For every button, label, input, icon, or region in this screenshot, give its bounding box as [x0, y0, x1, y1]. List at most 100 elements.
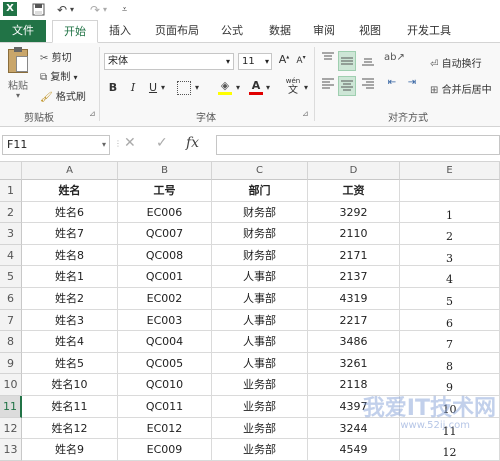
cell-e9[interactable]: 8: [400, 352, 500, 375]
tab-review[interactable]: 审阅: [306, 20, 342, 42]
phonetic-dropdown-icon[interactable]: ▾: [304, 83, 308, 92]
cell-b11[interactable]: QC011: [118, 396, 212, 418]
cell-d5[interactable]: 2137: [308, 266, 400, 288]
cell-c11[interactable]: 业务部: [212, 396, 308, 418]
row-header-9[interactable]: 9: [0, 352, 22, 375]
column-header-d[interactable]: D: [308, 162, 400, 180]
orientation-button[interactable]: ab↗: [384, 52, 405, 70]
wrap-text-button[interactable]: ⏎ 自动换行: [430, 55, 482, 70]
cell-a11[interactable]: 姓名11: [22, 396, 118, 418]
cell-b2[interactable]: EC006: [118, 201, 212, 224]
cell-b7[interactable]: EC003: [118, 309, 212, 332]
cell-b13[interactable]: EC009: [118, 439, 212, 461]
tab-developer[interactable]: 开发工具: [400, 20, 458, 42]
tab-page-layout[interactable]: 页面布局: [146, 20, 208, 42]
italic-button[interactable]: I: [126, 81, 140, 94]
cell-d13[interactable]: 4549: [308, 439, 400, 461]
fill-color-dropdown-icon[interactable]: ▾: [236, 83, 240, 92]
cell-e2[interactable]: 1: [400, 201, 500, 224]
enter-icon[interactable]: ✓: [156, 135, 168, 151]
cell-a7[interactable]: 姓名3: [22, 309, 118, 332]
cell-c5[interactable]: 人事部: [212, 266, 308, 288]
fill-color-button[interactable]: ◈: [216, 79, 234, 95]
redo-dropdown-icon[interactable]: ▾: [103, 3, 107, 17]
cell-b4[interactable]: QC008: [118, 244, 212, 267]
cell-b10[interactable]: QC010: [118, 374, 212, 396]
cell-a4[interactable]: 姓名8: [22, 244, 118, 267]
clipboard-launcher-icon[interactable]: ⊿: [89, 109, 96, 118]
select-all-corner[interactable]: [0, 162, 22, 180]
customize-toolbar-icon[interactable]: ⩡: [122, 3, 127, 17]
save-icon[interactable]: [32, 3, 45, 17]
row-header-13[interactable]: 13: [0, 439, 22, 461]
cell-a6[interactable]: 姓名2: [22, 288, 118, 310]
row-header-11[interactable]: 11: [0, 396, 22, 418]
paste-button[interactable]: 粘贴 ▾: [4, 47, 32, 100]
row-header-2[interactable]: 2: [0, 201, 22, 224]
row-header-3[interactable]: 3: [0, 223, 22, 245]
underline-button[interactable]: U: [146, 81, 160, 94]
font-name-combo[interactable]: 宋体 ▾: [104, 53, 234, 70]
cell-e7[interactable]: 6: [400, 309, 500, 332]
phonetic-button[interactable]: wén 文: [282, 77, 304, 96]
cell-a1[interactable]: 姓名: [22, 180, 118, 202]
cell-a10[interactable]: 姓名10: [22, 374, 118, 396]
cell-c3[interactable]: 财务部: [212, 223, 308, 245]
cell-b12[interactable]: EC012: [118, 417, 212, 440]
borders-button[interactable]: [176, 80, 192, 96]
row-header-6[interactable]: 6: [0, 288, 22, 310]
tab-view[interactable]: 视图: [352, 20, 388, 42]
row-header-4[interactable]: 4: [0, 244, 22, 267]
cell-a2[interactable]: 姓名6: [22, 201, 118, 224]
column-header-a[interactable]: A: [22, 162, 118, 180]
undo-icon[interactable]: ↶: [57, 3, 67, 17]
align-bottom-button[interactable]: [360, 52, 376, 70]
insert-function-button[interactable]: fx: [186, 135, 199, 151]
row-header-8[interactable]: 8: [0, 331, 22, 353]
cell-d7[interactable]: 2217: [308, 309, 400, 332]
merge-center-button[interactable]: ⊞ 合并后居中: [430, 81, 492, 96]
cell-e6[interactable]: 5: [400, 288, 500, 310]
cut-button[interactable]: ✂ 剪切: [40, 49, 72, 64]
formula-bar-grip-icon[interactable]: ⋮: [114, 139, 122, 148]
cell-d3[interactable]: 2110: [308, 223, 400, 245]
font-color-button[interactable]: A: [248, 79, 264, 95]
undo-dropdown-icon[interactable]: ▾: [70, 3, 74, 17]
row-header-12[interactable]: 12: [0, 417, 22, 440]
decrease-indent-button[interactable]: ⇤: [384, 77, 400, 88]
cell-b1[interactable]: 工号: [118, 180, 212, 202]
cell-c4[interactable]: 财务部: [212, 244, 308, 267]
align-middle-button[interactable]: [338, 51, 356, 71]
cell-b8[interactable]: QC004: [118, 331, 212, 353]
tab-file[interactable]: 文件: [0, 20, 46, 42]
bold-button[interactable]: B: [106, 81, 120, 94]
row-header-5[interactable]: 5: [0, 266, 22, 288]
borders-dropdown-icon[interactable]: ▾: [195, 83, 199, 92]
cell-c12[interactable]: 业务部: [212, 417, 308, 440]
cell-c9[interactable]: 人事部: [212, 352, 308, 375]
cell-d4[interactable]: 2171: [308, 244, 400, 267]
align-right-button[interactable]: [360, 77, 376, 95]
column-header-b[interactable]: B: [118, 162, 212, 180]
copy-button[interactable]: ⧉ 复制 ▾: [40, 68, 78, 83]
cell-b5[interactable]: QC001: [118, 266, 212, 288]
tab-formulas[interactable]: 公式: [214, 20, 250, 42]
font-color-dropdown-icon[interactable]: ▾: [266, 83, 270, 92]
cell-c8[interactable]: 人事部: [212, 331, 308, 353]
cell-e4[interactable]: 3: [400, 244, 500, 267]
cell-d6[interactable]: 4319: [308, 288, 400, 310]
row-header-10[interactable]: 10: [0, 374, 22, 396]
cell-b6[interactable]: EC002: [118, 288, 212, 310]
shrink-font-button[interactable]: A▾: [294, 54, 308, 66]
row-header-1[interactable]: 1: [0, 180, 22, 202]
row-header-7[interactable]: 7: [0, 309, 22, 332]
align-top-button[interactable]: [320, 52, 336, 70]
cell-a9[interactable]: 姓名5: [22, 352, 118, 375]
cell-c2[interactable]: 财务部: [212, 201, 308, 224]
cell-c7[interactable]: 人事部: [212, 309, 308, 332]
align-center-button[interactable]: [338, 76, 356, 96]
underline-dropdown-icon[interactable]: ▾: [161, 83, 165, 92]
format-painter-button[interactable]: 🖌 格式刷: [40, 88, 86, 103]
name-box[interactable]: F11 ▾: [2, 135, 110, 155]
cell-c10[interactable]: 业务部: [212, 374, 308, 396]
